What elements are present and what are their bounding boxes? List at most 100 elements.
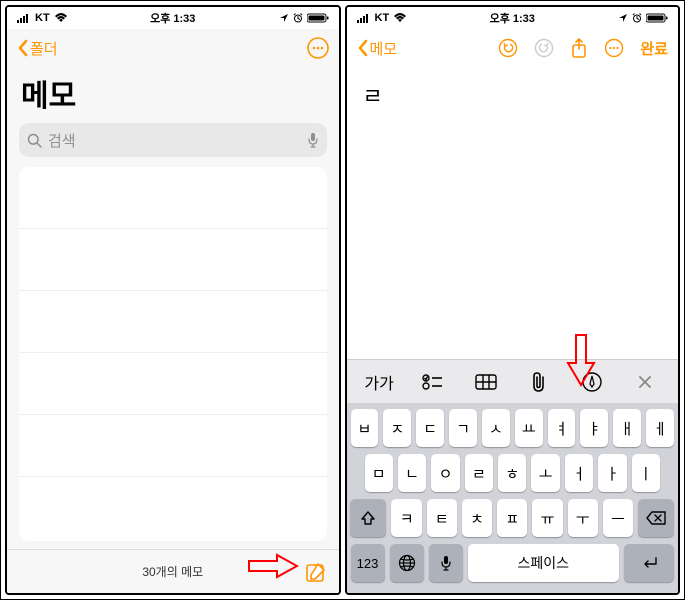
keyboard-row-3: ㅋㅌㅊㅍㅠㅜㅡ	[351, 499, 675, 537]
dictation-key[interactable]	[429, 544, 463, 582]
attachment-button[interactable]	[519, 371, 559, 393]
search-icon	[27, 133, 42, 148]
list-item[interactable]	[19, 167, 327, 229]
keyboard: ㅂㅈㄷㄱㅅㅛㅕㅑㅐㅔ ㅁㄴㅇㄹㅎㅗㅓㅏㅣ ㅋㅌㅊㅍㅠㅜㅡ 123	[347, 403, 679, 593]
share-icon	[570, 37, 588, 59]
nav-bar: 폴더	[7, 29, 339, 67]
keyboard-row-4: 123 스페이스	[351, 544, 675, 582]
wifi-icon	[54, 13, 68, 23]
letter-key[interactable]: ㅁ	[365, 454, 393, 492]
return-key[interactable]	[624, 544, 674, 582]
list-item[interactable]	[19, 229, 327, 291]
alarm-icon	[293, 13, 303, 23]
list-item[interactable]	[19, 291, 327, 353]
list-item[interactable]	[19, 353, 327, 415]
mic-icon	[440, 555, 452, 571]
draw-button[interactable]	[572, 372, 612, 392]
checklist-icon	[422, 374, 442, 390]
letter-key[interactable]: ㅓ	[565, 454, 593, 492]
letter-key[interactable]: ㅎ	[498, 454, 526, 492]
letter-key[interactable]: ㄷ	[416, 409, 444, 447]
letter-key[interactable]: ㅡ	[603, 499, 633, 537]
letter-key[interactable]: ㅌ	[427, 499, 457, 537]
checklist-button[interactable]	[412, 374, 452, 390]
back-button[interactable]: 메모	[357, 38, 398, 59]
letter-key[interactable]: ㄱ	[449, 409, 477, 447]
pen-circle-icon	[582, 372, 602, 392]
keyboard-row-1: ㅂㅈㄷㄱㅅㅛㅕㅑㅐㅔ	[351, 409, 675, 447]
battery-icon	[307, 13, 329, 23]
letter-key[interactable]: ㅅ	[482, 409, 510, 447]
letter-key[interactable]: ㅕ	[548, 409, 576, 447]
search-placeholder: 검색	[48, 130, 301, 151]
backspace-icon	[646, 511, 666, 525]
return-icon	[640, 556, 658, 570]
close-format-button[interactable]	[625, 375, 665, 389]
back-label: 폴더	[30, 38, 58, 59]
location-icon	[279, 13, 289, 23]
location-icon	[618, 13, 628, 23]
notes-list-screen: KT 오후 1:33 폴더 메모 검색	[5, 5, 341, 595]
letter-key[interactable]: ㅏ	[598, 454, 626, 492]
carrier-label: KT	[35, 12, 50, 24]
letter-key[interactable]: ㅂ	[351, 409, 379, 447]
letter-key[interactable]: ㅑ	[580, 409, 608, 447]
letter-key[interactable]: ㅣ	[632, 454, 660, 492]
page-title: 메모	[7, 67, 339, 123]
letter-key[interactable]: ㅗ	[531, 454, 559, 492]
compose-button[interactable]	[305, 561, 327, 583]
search-input[interactable]: 검색	[19, 123, 327, 157]
status-bar: KT 오후 1:33	[347, 7, 679, 29]
space-key[interactable]: 스페이스	[468, 544, 620, 582]
note-body[interactable]: ㄹ	[347, 67, 679, 359]
text-style-button[interactable]: 가가	[359, 370, 399, 394]
note-list	[19, 167, 327, 541]
status-time: 오후 1:33	[490, 10, 535, 26]
undo-icon	[498, 38, 518, 58]
letter-key[interactable]: ㅍ	[497, 499, 527, 537]
status-bar: KT 오후 1:33	[7, 7, 339, 29]
letter-key[interactable]: ㅠ	[532, 499, 562, 537]
more-button[interactable]	[307, 37, 329, 59]
bottom-toolbar: 30개의 메모	[7, 549, 339, 593]
chevron-left-icon	[357, 39, 368, 57]
undo-button[interactable]	[498, 38, 518, 58]
keyboard-row-2: ㅁㄴㅇㄹㅎㅗㅓㅏㅣ	[351, 454, 675, 492]
battery-icon	[646, 13, 668, 23]
wifi-icon	[393, 13, 407, 23]
letter-key[interactable]: ㅊ	[462, 499, 492, 537]
globe-key[interactable]	[390, 544, 424, 582]
backspace-key[interactable]	[638, 499, 674, 537]
format-toolbar: 가가	[347, 359, 679, 403]
table-button[interactable]	[466, 374, 506, 390]
letter-key[interactable]: ㄴ	[398, 454, 426, 492]
numbers-key[interactable]: 123	[351, 544, 385, 582]
signal-icon	[17, 13, 31, 23]
alarm-icon	[632, 13, 642, 23]
redo-icon	[534, 38, 554, 58]
ellipsis-circle-icon	[604, 38, 624, 58]
mic-icon[interactable]	[307, 132, 319, 148]
shift-icon	[360, 510, 376, 526]
list-item[interactable]	[19, 477, 327, 539]
back-label: 메모	[370, 38, 398, 59]
more-button[interactable]	[604, 38, 624, 58]
letter-key[interactable]: ㅐ	[613, 409, 641, 447]
signal-icon	[357, 13, 371, 23]
redo-button[interactable]	[534, 38, 554, 58]
list-item[interactable]	[19, 415, 327, 477]
shift-key[interactable]	[350, 499, 386, 537]
share-button[interactable]	[570, 37, 588, 59]
letter-key[interactable]: ㄹ	[465, 454, 493, 492]
letter-key[interactable]: ㅛ	[515, 409, 543, 447]
letter-key[interactable]: ㅇ	[431, 454, 459, 492]
letter-key[interactable]: ㅔ	[646, 409, 674, 447]
paperclip-icon	[530, 371, 548, 393]
letter-key[interactable]: ㅜ	[568, 499, 598, 537]
back-button[interactable]: 폴더	[17, 38, 58, 59]
done-button[interactable]: 완료	[640, 38, 668, 59]
square-pencil-icon	[305, 561, 327, 583]
close-icon	[638, 375, 652, 389]
letter-key[interactable]: ㅋ	[391, 499, 421, 537]
letter-key[interactable]: ㅈ	[383, 409, 411, 447]
